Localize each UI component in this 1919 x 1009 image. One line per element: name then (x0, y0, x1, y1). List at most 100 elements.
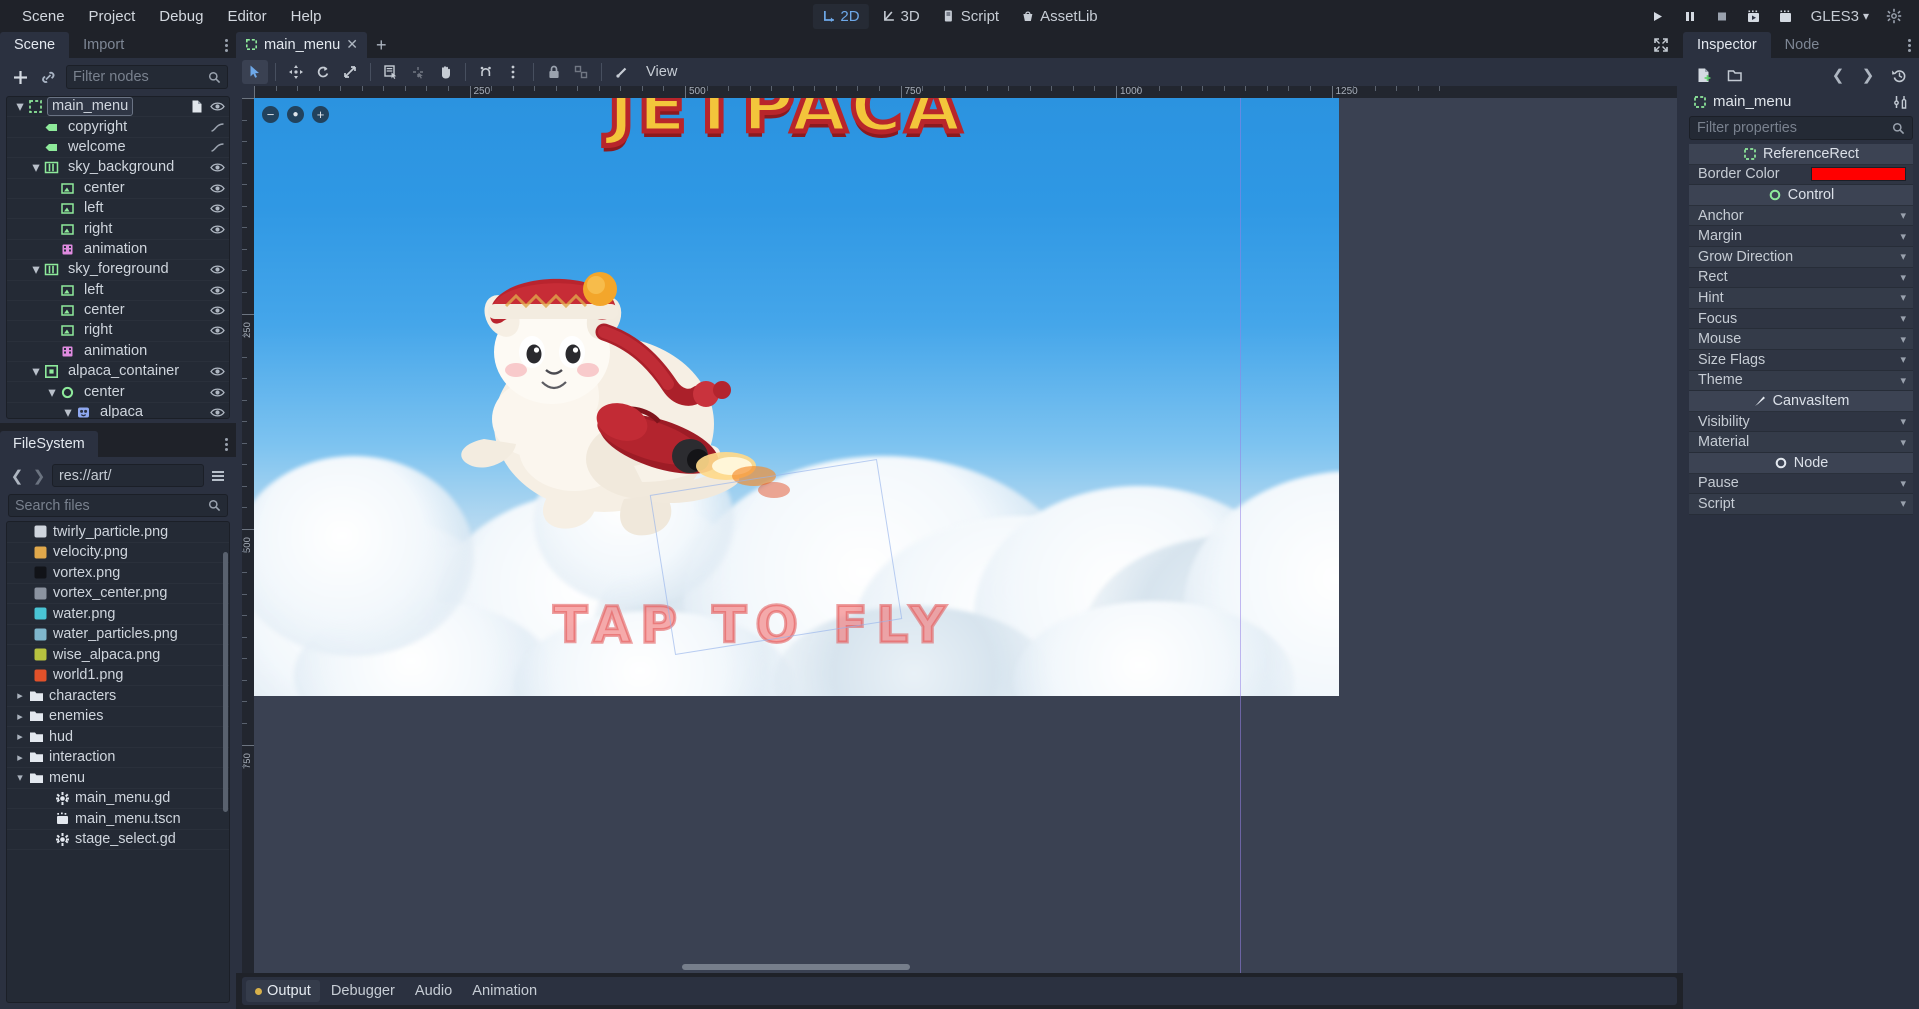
stop-button[interactable] (1709, 4, 1735, 28)
add-scene-icon[interactable]: + (367, 35, 396, 55)
inspector-property-material[interactable]: Material▾ (1689, 432, 1913, 453)
scene-tree-node-animation[interactable]: animation (7, 342, 229, 362)
distraction-free-icon[interactable] (1653, 37, 1683, 53)
snap-tool[interactable] (473, 60, 499, 84)
scene-tree-node-left[interactable]: left (7, 281, 229, 301)
scene-tab-main-menu[interactable]: main_menu ✕ (236, 32, 367, 58)
bottom-tab-output[interactable]: Output (246, 980, 320, 1002)
chevron-down-icon[interactable]: ▾ (1900, 230, 1906, 243)
inspector-category-referencerect[interactable]: ReferenceRect (1689, 144, 1913, 165)
folder-row-characters[interactable]: ▸characters (7, 686, 229, 707)
object-tools-icon[interactable] (1893, 94, 1909, 110)
play-scene-button[interactable] (1741, 4, 1767, 28)
tab-node[interactable]: Node (1771, 32, 1834, 59)
load-resource-icon[interactable] (1725, 65, 1745, 85)
file-row-world1.png[interactable]: world1.png (7, 666, 229, 687)
scene-tree-node-alpaca[interactable]: ▾alpaca (7, 403, 229, 419)
file-row-water.png[interactable]: water.png (7, 604, 229, 625)
chevron-down-icon[interactable]: ▾ (1900, 209, 1906, 222)
scene-tree-node-center[interactable]: center (7, 301, 229, 321)
search-files-input[interactable]: Search files (8, 494, 228, 517)
scene-tree[interactable]: ▾main_menucopyrightwelcome▾sky_backgroun… (6, 96, 230, 419)
menu-help[interactable]: Help (279, 4, 334, 29)
renderer-selector[interactable]: GLES3 ▾ (1805, 5, 1875, 28)
scene-tree-node-center[interactable]: center (7, 179, 229, 199)
scene-tree-node-left[interactable]: left (7, 199, 229, 219)
canvas-horizontal-scrollbar[interactable] (242, 964, 1677, 970)
filter-nodes-input[interactable]: Filter nodes (66, 65, 228, 89)
visibility-toggle-icon[interactable] (210, 365, 225, 378)
pan-tool[interactable] (432, 60, 458, 84)
file-row-main_menu.tscn[interactable]: main_menu.tscn (7, 809, 229, 830)
chevron-down-icon[interactable]: ▾ (1900, 497, 1906, 510)
scale-tool[interactable] (337, 60, 363, 84)
bottom-tab-debugger[interactable]: Debugger (322, 980, 404, 1002)
file-row-stage_select.gd[interactable]: stage_select.gd (7, 830, 229, 851)
visibility-toggle-icon[interactable] (210, 324, 225, 337)
inspector-category-canvasitem[interactable]: CanvasItem (1689, 391, 1913, 412)
inspector-category-control[interactable]: Control (1689, 185, 1913, 206)
zoom-in-icon[interactable]: + (312, 106, 329, 123)
menu-editor[interactable]: Editor (215, 4, 278, 29)
scene-tree-node-welcome[interactable]: welcome (7, 138, 229, 158)
scene-tree-node-right[interactable]: right (7, 321, 229, 341)
visibility-curve-icon[interactable] (210, 141, 225, 154)
instance-scene-icon[interactable] (38, 67, 58, 87)
inspector-property-rect[interactable]: Rect▾ (1689, 268, 1913, 289)
mode-button-2d[interactable]: 2D (812, 4, 868, 29)
filesystem-scrollbar[interactable] (223, 552, 228, 812)
inspector-property-margin[interactable]: Margin▾ (1689, 226, 1913, 247)
scene-tree-node-sky_background[interactable]: ▾sky_background (7, 158, 229, 178)
filter-properties-input[interactable]: Filter properties (1689, 116, 1913, 140)
visibility-toggle-icon[interactable] (210, 223, 225, 236)
chevron-down-icon[interactable]: ▾ (1900, 312, 1906, 325)
bottom-tab-animation[interactable]: Animation (463, 980, 546, 1002)
editor-settings-icon[interactable] (1881, 4, 1907, 28)
dock-menu-icon[interactable] (225, 438, 236, 451)
bone-tool[interactable] (609, 60, 635, 84)
menu-project[interactable]: Project (77, 4, 148, 29)
new-resource-icon[interactable] (1693, 65, 1713, 85)
folder-row-menu[interactable]: ▾menu (7, 768, 229, 789)
dock-menu-icon[interactable] (1908, 39, 1919, 52)
inspector-category-node[interactable]: Node (1689, 453, 1913, 474)
chevron-right-icon[interactable]: ▸ (13, 689, 27, 702)
back-arrow-icon[interactable]: ❮ (8, 466, 26, 486)
mode-button-script[interactable]: Script (933, 4, 1008, 29)
bottom-tab-audio[interactable]: Audio (406, 980, 461, 1002)
chevron-down-icon[interactable]: ▾ (1900, 415, 1906, 428)
tab-scene[interactable]: Scene (0, 32, 69, 59)
view-menu-button[interactable]: View (636, 61, 687, 83)
inspector-property-mouse[interactable]: Mouse▾ (1689, 329, 1913, 350)
file-row-water_particles.png[interactable]: water_particles.png (7, 625, 229, 646)
inspector-property-script[interactable]: Script▾ (1689, 494, 1913, 515)
inspector-properties[interactable]: ReferenceRectBorder ColorControlAnchor▾M… (1689, 144, 1913, 1005)
file-row-vortex_center.png[interactable]: vortex_center.png (7, 584, 229, 605)
tab-import[interactable]: Import (69, 32, 138, 59)
folder-row-interaction[interactable]: ▸interaction (7, 748, 229, 769)
file-row-main_menu.gd[interactable]: main_menu.gd (7, 789, 229, 810)
select-tool[interactable] (242, 60, 268, 84)
chevron-right-icon[interactable]: ▸ (13, 710, 27, 723)
canvas-viewport[interactable]: 25050075010001250 250500750 JETPACA (242, 86, 1677, 973)
visibility-toggle-icon[interactable] (210, 202, 225, 215)
dock-menu-icon[interactable] (225, 39, 236, 52)
file-row-twirly_particle.png[interactable]: twirly_particle.png (7, 522, 229, 543)
chevron-down-icon[interactable]: ▾ (1900, 477, 1906, 490)
chevron-down-icon[interactable]: ▾ (1900, 291, 1906, 304)
zoom-reset-icon[interactable]: ● (287, 106, 304, 123)
menu-scene[interactable]: Scene (10, 4, 77, 29)
inspector-property-size-flags[interactable]: Size Flags▾ (1689, 350, 1913, 371)
chevron-down-icon[interactable]: ▾ (29, 159, 43, 176)
chevron-down-icon[interactable]: ▾ (13, 98, 27, 115)
game-canvas[interactable]: JETPACA (254, 98, 1677, 973)
chevron-down-icon[interactable]: ▾ (13, 771, 27, 784)
tab-inspector[interactable]: Inspector (1683, 32, 1771, 59)
attached-script-icon[interactable] (189, 99, 204, 114)
scene-tree-node-right[interactable]: right (7, 219, 229, 239)
rotate-tool[interactable] (310, 60, 336, 84)
scene-tree-node-center[interactable]: ▾center (7, 382, 229, 402)
visibility-curve-icon[interactable] (210, 121, 225, 134)
inspector-property-grow-direction[interactable]: Grow Direction▾ (1689, 247, 1913, 268)
chevron-right-icon[interactable]: ▸ (13, 751, 27, 764)
